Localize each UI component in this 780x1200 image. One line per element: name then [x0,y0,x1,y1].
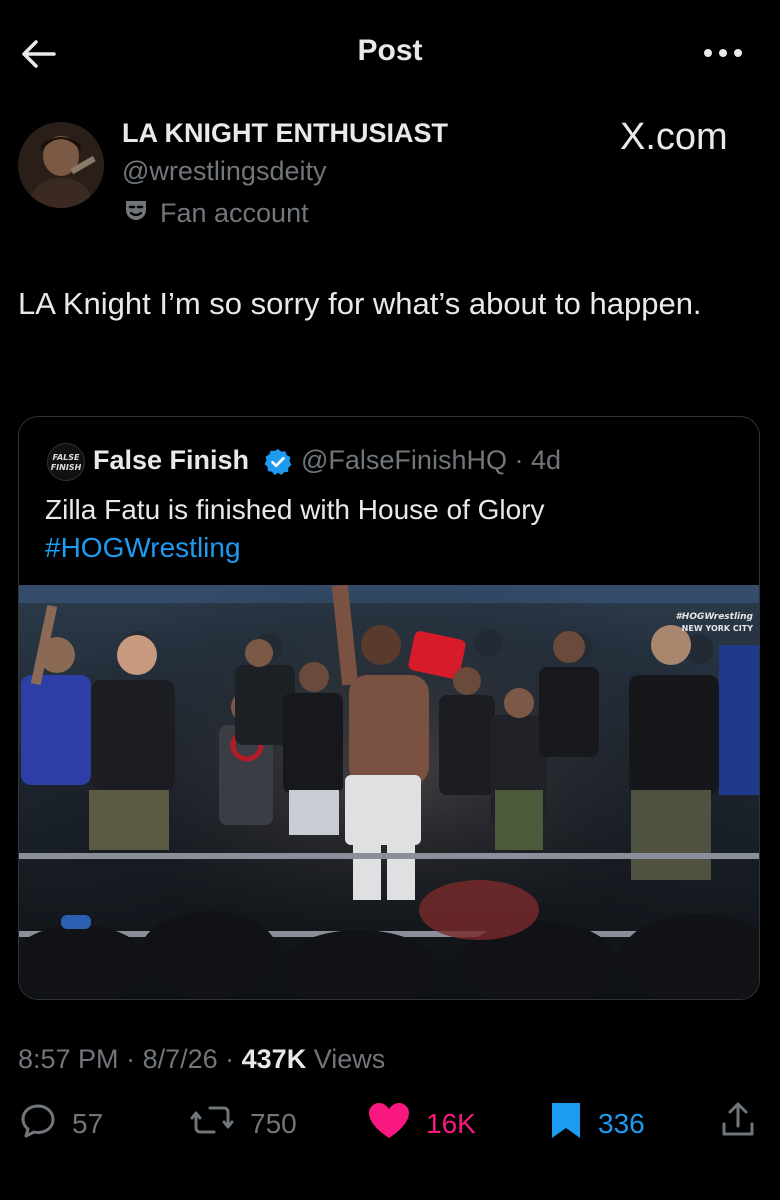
quoted-author-name[interactable]: False Finish [93,445,249,476]
x-brand-watermark: X.com [620,116,728,158]
tweet-text: LA Knight I’m so sorry for what’s about … [18,286,702,321]
reply-button[interactable]: 57 [18,1100,103,1147]
heart-icon [366,1100,412,1147]
media-overlay-tag: #HOGWrestling [676,612,754,622]
repost-icon [188,1100,236,1147]
fan-account-label: Fan account [122,196,309,231]
quoted-age: 4d [530,445,562,475]
svg-text:FINISH: FINISH [51,463,82,472]
like-button[interactable]: 16K [366,1100,476,1147]
quoted-text: Zilla Fatu is finished with House of Glo… [45,491,745,567]
like-count: 16K [426,1107,476,1139]
more-options-icon[interactable] [700,38,746,68]
quoted-media-image[interactable]: #HOGWrestling NEW YORK CITY [19,584,759,999]
quoted-body: Zilla Fatu is finished with House of Glo… [45,494,545,525]
verified-badge-icon [263,447,293,477]
action-bar: 57 750 16K 336 [0,1100,780,1160]
false-finish-logo[interactable]: FALSE FINISH [47,443,85,481]
share-button[interactable] [718,1100,758,1147]
reply-count: 57 [72,1107,104,1139]
repost-button[interactable]: 750 [188,1100,297,1147]
post-meta: 8:57 PM · 8/7/26 · 437K Views [18,1044,385,1075]
repost-count: 750 [250,1107,297,1139]
author-handle[interactable]: @wrestlingsdeity [122,156,326,187]
post-time: 8:57 PM [18,1044,119,1074]
bookmark-button[interactable]: 336 [548,1100,645,1147]
post-date: 8/7/26 [142,1044,218,1074]
fan-account-text: Fan account [160,198,309,228]
avatar[interactable] [18,122,104,208]
svg-text:FALSE: FALSE [53,453,80,462]
quoted-handle-line: @FalseFinishHQ · 4d [301,445,561,476]
separator-dot: · [506,445,531,475]
separator-dot: · [118,1044,143,1074]
mask-icon [122,196,150,231]
quoted-handle[interactable]: @FalseFinishHQ [301,445,507,475]
views-count: 437K [241,1044,307,1074]
bookmark-icon [548,1100,584,1147]
reply-icon [18,1100,58,1147]
views-label: Views [313,1044,386,1074]
hashtag-link[interactable]: #HOGWrestling [45,529,745,567]
page-title: Post [357,34,423,67]
author-name[interactable]: LA KNIGHT ENTHUSIAST [122,118,448,149]
quoted-post-card[interactable]: FALSE FINISH False Finish @FalseFinishHQ… [18,416,760,1000]
separator-dot: · [217,1044,242,1074]
bookmark-count: 336 [598,1107,645,1139]
share-icon [718,1100,758,1147]
media-overlay-city: NEW YORK CITY [682,624,754,633]
